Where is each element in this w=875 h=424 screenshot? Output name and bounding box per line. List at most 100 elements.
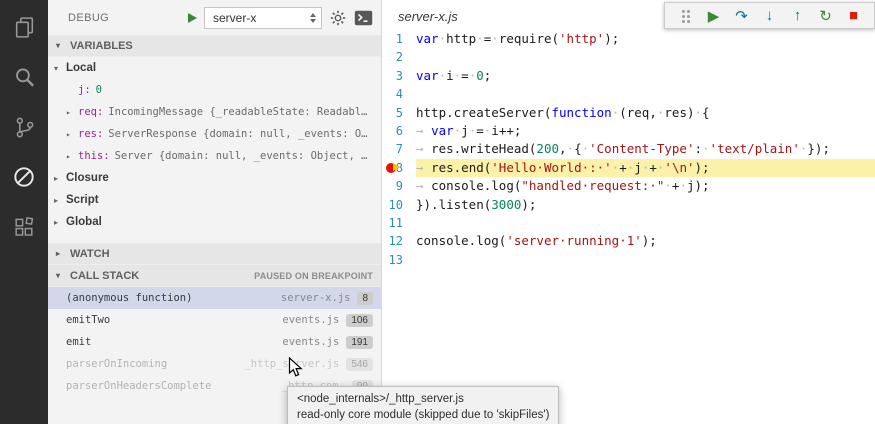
code-line-10: 10}).listen(3000); (382, 196, 875, 214)
drag-handle-icon[interactable] (674, 4, 697, 27)
call-stack-section-header[interactable]: ▾ CALL STACK PAUSED ON BREAKPOINT (48, 265, 381, 287)
line-number[interactable]: 3 (382, 67, 416, 85)
line-number-badge: 8 (357, 292, 373, 305)
code-line-content[interactable]: → res.end('Hello·World·:·'·+·j·+·'\n'); (416, 159, 875, 177)
code-token: function (551, 105, 611, 120)
variable-value: IncomingMessage {_readableState: Readabl… (108, 106, 367, 118)
code-line-2: 2 (382, 48, 875, 66)
code-token: console.log( (431, 178, 521, 193)
code-line-content[interactable] (416, 85, 875, 103)
code-line-content[interactable]: }).listen(3000); (416, 196, 875, 214)
code-token: ); (604, 31, 619, 46)
line-number[interactable]: 6 (382, 122, 416, 140)
continue-icon[interactable]: ▶ (702, 4, 725, 27)
twisty-icon: ▾ (54, 64, 66, 73)
code-token: , (559, 141, 567, 156)
stack-frame-row[interactable]: parserOnIncoming_http_server.js546 (48, 353, 381, 375)
step-into-icon[interactable]: ↓ (758, 4, 781, 27)
code-line-content[interactable]: var·i·=·0; (416, 67, 875, 85)
variable-value: 0 (96, 84, 102, 96)
extensions-icon[interactable] (0, 202, 48, 252)
variable-row-req[interactable]: ▸req: IncomingMessage {_readableState: Re… (48, 101, 381, 123)
code-token: }).listen( (416, 197, 491, 212)
variable-name: req: (78, 106, 103, 118)
drag-dots-shape (682, 10, 685, 13)
code-token: + (649, 160, 657, 175)
chevron-icon: ▾ (56, 271, 65, 280)
step-out-icon[interactable]: ↑ (786, 4, 809, 27)
line-number[interactable]: 9 (382, 177, 416, 195)
search-icon[interactable] (0, 52, 48, 102)
tooltip-path: <node_internals>/_http_server.js (297, 391, 549, 407)
code-area: 1var·http·=·require('http');23var·i·=·0;… (382, 30, 875, 269)
vscode-debug-window: DEBUG server-x ▾ VARIABLES ▾Localj:0▸req… (0, 0, 875, 424)
step-over-icon[interactable]: ↷ (730, 4, 753, 27)
code-token: : (694, 141, 702, 156)
code-line-content[interactable]: → console.log("handled·request:·"·+·j); (416, 177, 875, 195)
stop-icon[interactable]: ■ (842, 4, 865, 27)
variable-row-j[interactable]: j:0 (48, 79, 381, 101)
line-number[interactable]: 4 (382, 85, 416, 103)
start-debug-icon[interactable] (188, 13, 197, 23)
code-token: · (664, 178, 672, 193)
line-number[interactable]: 10 (382, 196, 416, 214)
line-number[interactable]: 7 (382, 140, 416, 158)
code-line-content[interactable] (416, 251, 875, 269)
files-icon[interactable] (0, 2, 48, 52)
code-token: console.log( (416, 233, 506, 248)
code-line-4: 4 (382, 85, 875, 103)
variable-row-this[interactable]: ▸this:Server {domain: null, _events: Obj… (48, 145, 381, 167)
variable-value: ServerResponse {domain: null, _events: O… (108, 128, 367, 140)
stack-frame-row[interactable]: (anonymous function)server-x.js8 (48, 287, 381, 309)
line-number[interactable]: 1 (382, 30, 416, 48)
code-line-content[interactable]: → res.writeHead(200,·{·'Content-Type':·'… (416, 140, 875, 158)
variable-row-res[interactable]: ▸res:ServerResponse {domain: null, _even… (48, 123, 381, 145)
line-number[interactable]: 12 (382, 232, 416, 250)
code-token: res) (664, 105, 694, 120)
code-line-13: 13 (382, 251, 875, 269)
scope-row-script[interactable]: ▸Script (48, 189, 381, 211)
code-token: → (416, 123, 431, 138)
code-token: = (476, 123, 484, 138)
scope-row-local[interactable]: ▾Local (48, 57, 381, 79)
code-token: 'Content-Type' (589, 141, 694, 156)
line-number[interactable]: 13 (382, 251, 416, 269)
frame-label: parserOnIncoming (66, 358, 167, 370)
scope-row-global[interactable]: ▸Global (48, 211, 381, 233)
stack-frame-row[interactable]: emitevents.js191 (48, 331, 381, 353)
code-line-content[interactable] (416, 214, 875, 232)
code-token: '\n' (664, 160, 694, 175)
code-token: ); (521, 197, 536, 212)
code-line-content[interactable]: http.createServer(function·(req,·res)·{ (416, 104, 875, 122)
code-line-content[interactable]: → var·j·=·i++; (416, 122, 875, 140)
line-number[interactable]: 5 (382, 104, 416, 122)
code-token: { (702, 105, 710, 120)
variables-section-header[interactable]: ▾ VARIABLES (48, 35, 381, 57)
scope-label: Local (66, 62, 96, 74)
scope-row-closure[interactable]: ▸Closure (48, 167, 381, 189)
line-number[interactable]: 2 (382, 48, 416, 66)
line-number[interactable]: 11 (382, 214, 416, 232)
code-line-content[interactable]: console.log('server·running·1'); (416, 232, 875, 250)
code-token: 'Hello·World·:·' (491, 160, 611, 175)
code-token: http (446, 31, 476, 46)
debug-console-icon[interactable] (354, 10, 373, 26)
code-line-9: 9→ console.log("handled·request:·"·+·j); (382, 177, 875, 195)
watch-section-header[interactable]: ▸ WATCH (48, 243, 381, 265)
debug-config-dropdown[interactable]: server-x (204, 7, 322, 29)
code-token: 'server·running·1' (506, 233, 641, 248)
code-token: j (634, 160, 642, 175)
source-control-icon[interactable] (0, 102, 48, 152)
code-token: + (619, 160, 627, 175)
debug-icon[interactable] (0, 152, 48, 202)
settings-gear-icon[interactable] (329, 9, 347, 27)
stack-frame-row[interactable]: emitTwoevents.js106 (48, 309, 381, 331)
code-line-content[interactable] (416, 48, 875, 66)
debug-panel-title: DEBUG (68, 12, 109, 24)
variables-list: ▾Localj:0▸req:IncomingMessage {_readable… (48, 57, 381, 233)
twisty-icon: ▸ (66, 108, 78, 117)
code-line-content[interactable]: var·http·=·require('http'); (416, 30, 875, 48)
variable-value: Server {domain: null, _events: Object, … (115, 150, 368, 162)
restart-icon[interactable]: ↻ (814, 4, 837, 27)
code-token: i (446, 68, 454, 83)
